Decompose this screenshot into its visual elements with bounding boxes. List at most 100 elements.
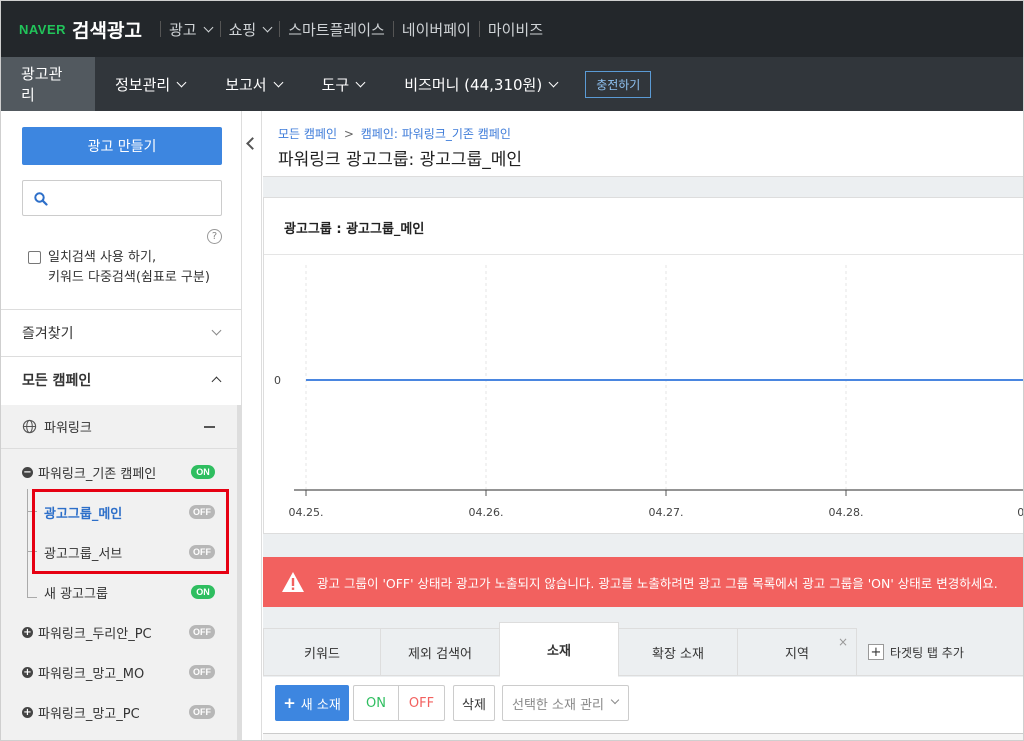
naver-logo: NAVER — [19, 21, 67, 37]
warning-alert: 광고 그룹이 'OFF' 상태라 광고가 노출되지 않습니다. 광고를 노출하려… — [263, 557, 1023, 607]
expand-plus-icon[interactable]: + — [22, 666, 33, 678]
x-tick-label: 04.28. — [829, 506, 864, 519]
top-menu-shopping[interactable]: 쇼핑 — [228, 19, 273, 40]
divider — [392, 21, 394, 37]
nav-info-management[interactable]: 정보관리 — [95, 57, 205, 111]
tab-creative[interactable]: 소재 — [499, 622, 619, 677]
top-menu-label: 광고 — [168, 20, 197, 39]
warning-icon — [282, 572, 304, 592]
tab-region[interactable]: 지역 × — [737, 628, 857, 676]
divider — [478, 21, 480, 37]
status-badge: OFF — [189, 705, 215, 719]
app-window: NAVER 검색광고 광고 쇼핑 스마트플레이스 네이버페이 마이비즈 광고관리… — [0, 0, 1024, 741]
tree-item-campaign[interactable]: − 파워링크_기존 캠페인 ON — [1, 452, 237, 492]
nav-ad-management[interactable]: 광고관리 — [1, 57, 95, 111]
chevron-down-icon — [610, 695, 620, 705]
delete-button[interactable]: 삭제 — [453, 685, 495, 721]
exact-search-option[interactable]: 일치검색 사용 하기, 키워드 다중검색(쉼표로 구분) — [28, 248, 210, 288]
help-icon[interactable]: ? — [207, 229, 222, 244]
top-menu-smartplace[interactable]: 스마트플레이스 — [288, 19, 385, 40]
favorites-section[interactable]: 즐겨찾기 — [1, 309, 242, 355]
page-title: 파워링크 광고그룹: 광고그룹_메인 — [278, 150, 522, 170]
top-menu-label: 쇼핑 — [228, 20, 257, 39]
add-tab-label: 타겟팅 탭 추가 — [890, 645, 964, 660]
top-menu-naverpay[interactable]: 네이버페이 — [402, 19, 471, 40]
plus-icon: + — [283, 694, 296, 712]
manage-selected-dropdown[interactable]: 선택한 소재 관리 — [502, 685, 629, 721]
create-ad-button[interactable]: 광고 만들기 — [22, 127, 222, 165]
collapse-minus-icon[interactable]: − — [22, 466, 33, 478]
x-tick-label: 04. — [1017, 506, 1024, 519]
add-targeting-tab-button[interactable]: + 타겟팅 탭 추가 — [868, 628, 964, 676]
nav-label: 보고서 — [225, 75, 267, 94]
campaign-search-box[interactable] — [22, 180, 222, 216]
chevron-up-icon — [211, 376, 222, 387]
breadcrumb-all-campaigns[interactable]: 모든 캠페인 — [278, 127, 337, 141]
tree-item-powerlink[interactable]: 파워링크 — [1, 405, 237, 449]
tree-item-label: 새 광고그룹 — [44, 586, 108, 602]
tab-negative-keywords[interactable]: 제외 검색어 — [380, 628, 500, 676]
nav-report[interactable]: 보고서 — [205, 57, 301, 111]
main-nav: 광고관리 정보관리 보고서 도구 비즈머니 (44,310원) 충전하기 — [1, 57, 1023, 111]
charge-button[interactable]: 충전하기 — [585, 70, 652, 98]
tree-item-campaign-mango-pc[interactable]: + 파워링크_망고_PC OFF — [1, 692, 237, 732]
tree-item-group-new[interactable]: 새 광고그룹 ON — [1, 572, 237, 612]
top-menu-ad[interactable]: 광고 — [168, 19, 214, 40]
x-tick-label: 04.25. — [289, 506, 324, 519]
tree-item-label: 파워링크_기존 캠페인 — [38, 466, 157, 482]
chart-card-title: 광고그룹 : 광고그룹_메인 — [284, 222, 425, 237]
status-badge: OFF — [189, 665, 215, 679]
tree-scrollbar[interactable] — [237, 405, 241, 740]
sidebar-collapse-toggle[interactable] — [242, 111, 262, 740]
all-campaigns-section[interactable]: 모든 캠페인 — [1, 356, 242, 402]
chevron-down-icon — [262, 22, 273, 32]
x-tick-label: 04.27. — [649, 506, 684, 519]
chevron-down-icon — [548, 77, 559, 87]
breadcrumb: 모든 캠페인 > 캠페인: 파워링크_기존 캠페인 — [278, 125, 511, 142]
top-menu-mybiz[interactable]: 마이비즈 — [488, 19, 543, 40]
nav-label: 도구 — [321, 75, 350, 94]
nav-label: 비즈머니 (44,310원) — [404, 75, 543, 94]
nav-tools[interactable]: 도구 — [302, 57, 385, 111]
main-content: 모든 캠페인 > 캠페인: 파워링크_기존 캠페인 파워링크 광고그룹: 광고그… — [263, 111, 1024, 740]
chevron-down-icon — [203, 22, 214, 32]
tree-item-campaign-durian-pc[interactable]: + 파워링크_두리안_PC OFF — [1, 612, 237, 652]
divider — [219, 21, 221, 37]
x-tick-label: 04.26. — [469, 506, 504, 519]
status-badge: ON — [191, 465, 215, 479]
exact-search-line: 일치검색 사용 하기, — [48, 250, 157, 265]
creative-toolbar: + 새 소재 ON OFF 삭제 선택한 소재 관리 — [263, 677, 1023, 740]
nav-label: 정보관리 — [115, 75, 171, 94]
tab-extensions[interactable]: 확장 소재 — [618, 628, 738, 676]
tab-keyword[interactable]: 키워드 — [263, 628, 381, 676]
alert-message: 광고 그룹이 'OFF' 상태라 광고가 노출되지 않습니다. 광고를 노출하려… — [317, 575, 998, 591]
y-tick-label: 0 — [274, 374, 281, 387]
plus-icon: + — [868, 644, 884, 660]
breadcrumb-campaign[interactable]: 캠페인: 파워링크_기존 캠페인 — [361, 127, 511, 141]
tab-bar: 키워드 제외 검색어 소재 확장 소재 지역 × + 타겟팅 탭 추가 — [263, 622, 1023, 677]
off-button[interactable]: OFF — [398, 685, 445, 721]
favorites-label: 즐겨찾기 — [22, 325, 74, 342]
brand-logo[interactable]: NAVER 검색광고 — [19, 16, 142, 43]
top-bar: NAVER 검색광고 광고 쇼핑 스마트플레이스 네이버페이 마이비즈 — [1, 1, 1023, 57]
search-input[interactable] — [53, 189, 213, 207]
tree-item-campaign-mango-mo[interactable]: + 파워링크_망고_MO OFF — [1, 652, 237, 692]
new-creative-button[interactable]: + 새 소재 — [275, 685, 349, 721]
chevron-down-icon — [355, 77, 366, 87]
close-icon[interactable]: × — [838, 635, 848, 649]
tree-item-label: 파워링크 — [44, 421, 92, 436]
tree-item-label: 파워링크_망고_PC — [38, 706, 140, 722]
all-campaigns-label: 모든 캠페인 — [22, 372, 92, 389]
search-icon — [34, 192, 48, 206]
table-header — [263, 733, 1023, 740]
on-button[interactable]: ON — [353, 685, 399, 721]
tab-label: 지역 — [785, 646, 809, 662]
collapse-minus-icon[interactable] — [204, 425, 215, 428]
expand-plus-icon[interactable]: + — [22, 626, 33, 638]
expand-plus-icon[interactable]: + — [22, 706, 33, 718]
service-name: 검색광고 — [72, 19, 142, 42]
tree-item-label: 파워링크_두리안_PC — [38, 626, 152, 642]
exact-search-checkbox[interactable] — [28, 251, 41, 264]
nav-bizmoney[interactable]: 비즈머니 (44,310원) — [384, 57, 577, 111]
chevron-down-icon — [273, 77, 284, 87]
